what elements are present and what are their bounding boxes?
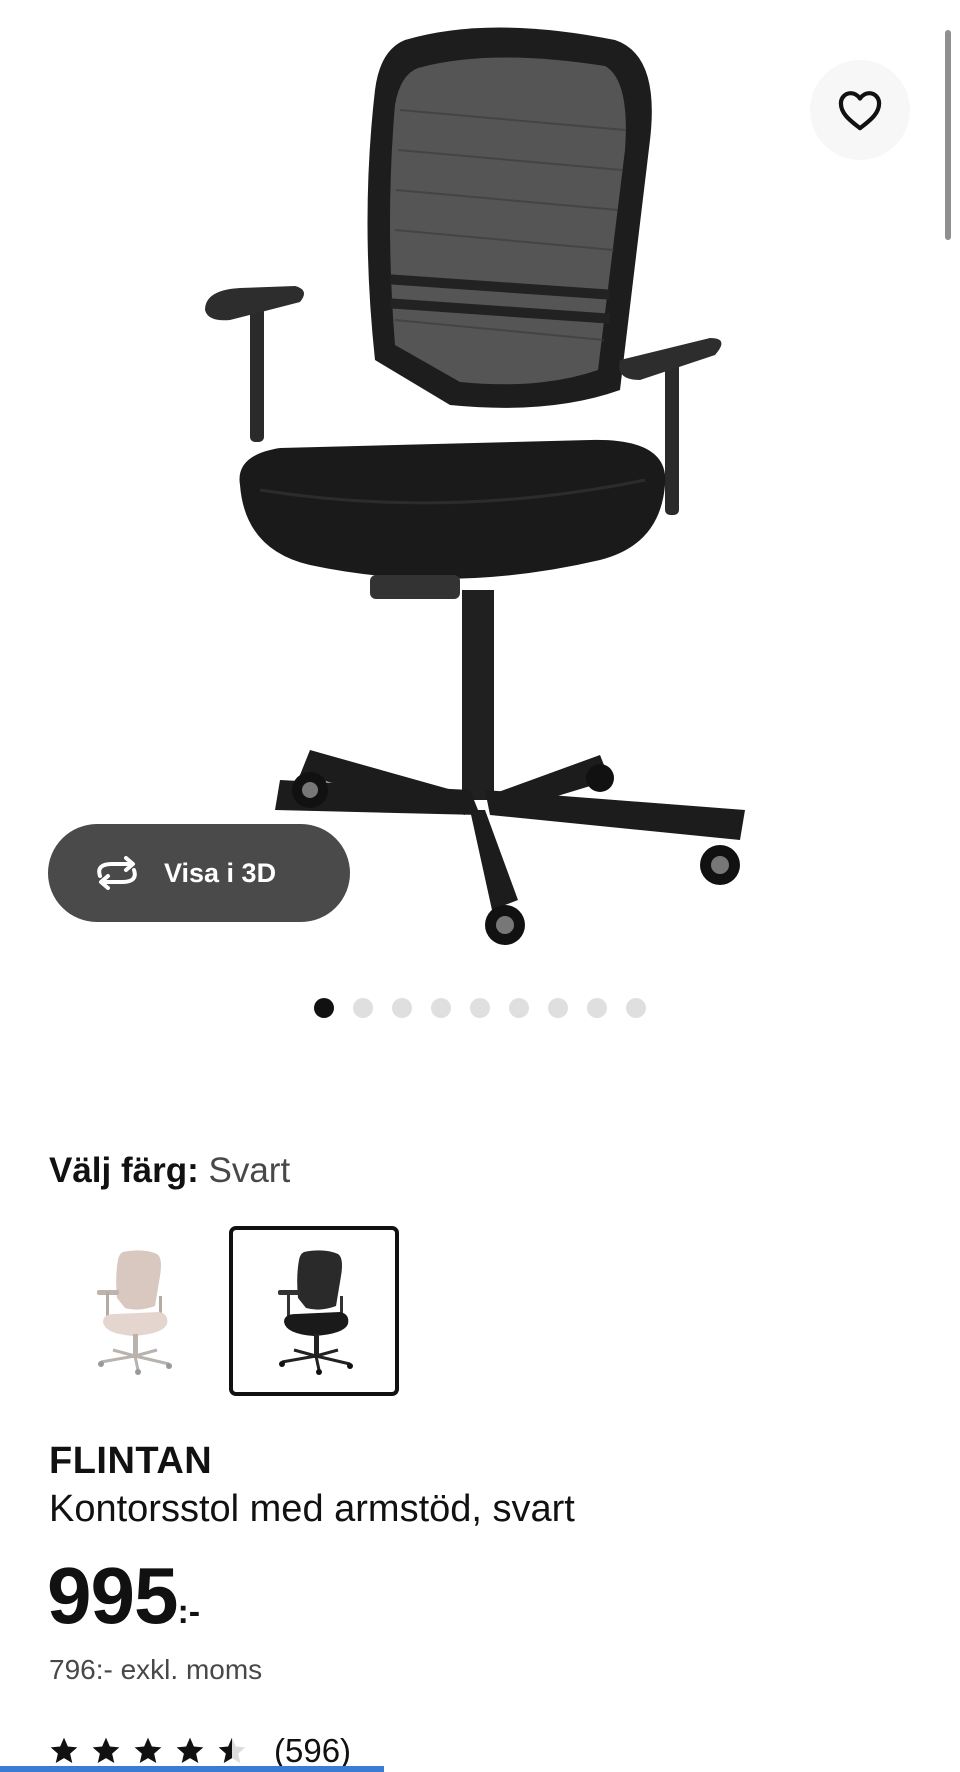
product-gallery[interactable]: Visa i 3D (0, 0, 960, 1060)
pagination-dot[interactable] (509, 998, 529, 1018)
scrollbar[interactable] (945, 30, 951, 240)
view-3d-button[interactable]: Visa i 3D (48, 824, 350, 922)
product-rating[interactable]: (596) (48, 1732, 351, 1770)
star-icon (92, 1737, 120, 1763)
product-description: Kontorsstol med armstöd, svart (49, 1488, 575, 1530)
pagination-dot[interactable] (392, 998, 412, 1018)
view-3d-label: Visa i 3D (164, 857, 277, 888)
image-pagination (0, 998, 960, 1018)
price-suffix: :- (177, 1593, 201, 1631)
pagination-dot[interactable] (314, 998, 334, 1018)
price-excl-vat: 796:- exkl. moms (49, 1654, 263, 1685)
color-label-value: Svart (208, 1151, 291, 1190)
review-count[interactable]: (596) (274, 1732, 351, 1770)
rotate-3d-icon (97, 856, 137, 890)
black-chair-thumbnail (278, 1250, 353, 1375)
color-label-title: Välj färg: (49, 1151, 199, 1190)
star-icon (176, 1737, 204, 1763)
half-star-icon (218, 1737, 246, 1763)
heart-icon (838, 91, 882, 131)
pagination-dot[interactable] (587, 998, 607, 1018)
pagination-dot[interactable] (626, 998, 646, 1018)
favorite-button[interactable] (810, 60, 910, 160)
beige-chair-thumbnail (97, 1250, 172, 1375)
color-swatch-beige[interactable] (48, 1226, 218, 1396)
star-icon (50, 1737, 78, 1763)
star-icon (134, 1737, 162, 1763)
product-image[interactable] (200, 20, 760, 960)
pagination-dot[interactable] (431, 998, 451, 1018)
product-price: 995:- (47, 1548, 200, 1644)
price-value: 995 (47, 1551, 178, 1640)
color-swatch-black[interactable] (229, 1226, 399, 1396)
pagination-dot[interactable] (470, 998, 490, 1018)
color-select-label: Välj färg: Svart (49, 1150, 290, 1192)
product-brand: FLINTAN (49, 1440, 213, 1482)
pagination-dot[interactable] (548, 998, 568, 1018)
pagination-dot[interactable] (353, 998, 373, 1018)
page-load-progress (0, 1766, 384, 1772)
